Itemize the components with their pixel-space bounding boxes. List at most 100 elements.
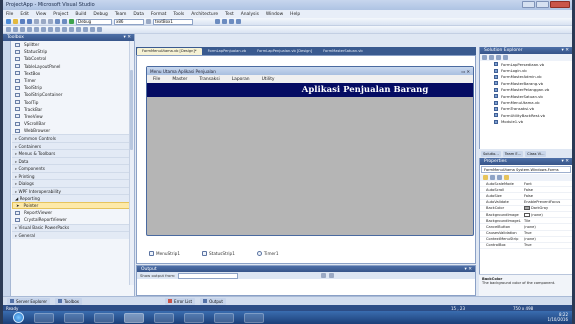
property-value[interactable]: Tile bbox=[524, 219, 570, 223]
toolbox-category[interactable]: ▹ Components bbox=[12, 164, 134, 172]
open-folder-icon[interactable] bbox=[13, 19, 18, 24]
menu-project[interactable]: Project bbox=[53, 12, 68, 17]
alphabetical-icon[interactable] bbox=[490, 175, 495, 180]
form-header-banner[interactable]: Aplikasi Penjualan Barang bbox=[147, 83, 473, 97]
tab-output[interactable]: Output bbox=[200, 297, 226, 305]
taskbar-app-2[interactable] bbox=[214, 312, 234, 323]
toolbox-item-pointer[interactable]: ➤ Pointer bbox=[12, 201, 134, 210]
taskbar-visual-studio[interactable] bbox=[124, 312, 144, 323]
property-row[interactable]: ControlBox True bbox=[480, 243, 572, 250]
pin-icon[interactable]: ▾ ✕ bbox=[465, 267, 472, 272]
tab-formlappenjualan-design[interactable]: FormLapPenjualan.vb [Design] bbox=[252, 48, 317, 55]
form-menu-utility[interactable]: Utility bbox=[262, 77, 275, 82]
align-right-icon[interactable] bbox=[20, 27, 25, 32]
toolbox-category[interactable]: ▹ Menus & Toolbars bbox=[12, 149, 134, 157]
side-tab-strip[interactable] bbox=[3, 41, 11, 296]
center-horizontal-icon[interactable] bbox=[69, 27, 74, 32]
menu-format[interactable]: Format bbox=[151, 12, 166, 17]
taskbar-word[interactable] bbox=[184, 312, 204, 323]
menu-build[interactable]: Build bbox=[75, 12, 86, 17]
solution-explorer-icon[interactable] bbox=[215, 19, 220, 24]
property-value[interactable]: True bbox=[524, 243, 570, 247]
toolbox-category[interactable]: ▹ WPF Interoperability bbox=[12, 186, 134, 195]
find-icon[interactable] bbox=[146, 19, 151, 24]
menu-file[interactable]: File bbox=[6, 12, 13, 17]
output-clear-icon[interactable] bbox=[321, 273, 327, 278]
property-value[interactable]: EnablePreventFocus bbox=[524, 200, 570, 204]
property-value[interactable]: False bbox=[524, 194, 570, 198]
toolbox-item[interactable]: StatusStrip bbox=[12, 48, 134, 55]
platform-select[interactable]: x86 bbox=[114, 18, 144, 25]
tab-solution-explorer[interactable]: Solutio... bbox=[481, 150, 501, 157]
toolbox-category[interactable]: ◢ Reporting bbox=[12, 194, 134, 202]
toolbox-item[interactable]: ToolStrip bbox=[12, 84, 134, 91]
menu-team[interactable]: Team bbox=[115, 12, 127, 17]
start-button[interactable] bbox=[13, 312, 24, 323]
menu-view[interactable]: View bbox=[36, 12, 46, 17]
paste-icon[interactable] bbox=[48, 19, 53, 24]
align-center-icon[interactable] bbox=[13, 27, 18, 32]
toolbox-item[interactable]: TreeView bbox=[12, 113, 134, 120]
menu-edit[interactable]: Edit bbox=[20, 12, 29, 17]
tab-formmastersatuan[interactable]: FormMasterSatuan.vb bbox=[318, 48, 368, 55]
toolbox-item[interactable]: TextBox bbox=[12, 70, 134, 77]
solution-item[interactable]: Module1.vb bbox=[480, 119, 572, 125]
tab-error-list[interactable]: Error List bbox=[165, 297, 196, 305]
events-icon[interactable] bbox=[504, 175, 509, 180]
maximize-button[interactable] bbox=[536, 1, 549, 8]
property-value[interactable]: DarkGray bbox=[524, 206, 570, 211]
toolbox-item[interactable]: WebBrowser bbox=[12, 127, 134, 134]
align-left-icon[interactable] bbox=[6, 27, 11, 32]
toolbox-category[interactable]: ▹ Common Controls bbox=[12, 134, 134, 142]
tab-formmenuutama-design[interactable]: FormMenuUtama.vb [Design]* bbox=[137, 47, 202, 55]
properties-icon[interactable] bbox=[222, 19, 227, 24]
tab-formlappenjualan[interactable]: FormLapPenjualan.vb bbox=[203, 48, 252, 55]
align-middle-icon[interactable] bbox=[34, 27, 39, 32]
new-project-icon[interactable] bbox=[6, 19, 11, 24]
properties-view-icon[interactable] bbox=[497, 175, 502, 180]
form-menu-master[interactable]: Master bbox=[172, 77, 187, 82]
tray-statusstrip[interactable]: StatusStrip1 bbox=[202, 250, 235, 256]
undo-icon[interactable] bbox=[55, 19, 60, 24]
tab-server-explorer[interactable]: Server Explorer bbox=[7, 297, 51, 305]
align-bottom-icon[interactable] bbox=[41, 27, 46, 32]
save-all-icon[interactable] bbox=[27, 19, 32, 24]
system-clock[interactable]: 8:22 1/10/2016 bbox=[547, 312, 568, 322]
output-wrap-icon[interactable] bbox=[329, 273, 335, 278]
menu-test[interactable]: Test bbox=[225, 12, 234, 17]
same-height-icon[interactable] bbox=[55, 27, 60, 32]
menu-data[interactable]: Data bbox=[133, 12, 143, 17]
menu-tools[interactable]: Tools bbox=[173, 12, 184, 17]
taskbar-browser[interactable] bbox=[64, 312, 84, 323]
property-value[interactable]: (none) bbox=[524, 237, 570, 241]
taskbar-explorer[interactable] bbox=[34, 312, 54, 323]
toolbox-category[interactable]: ▹ Printing bbox=[12, 171, 134, 180]
taskbar-media[interactable] bbox=[94, 312, 114, 323]
pin-icon[interactable]: ▾ ✕ bbox=[562, 159, 569, 164]
toolbox-item[interactable]: VScrollBar bbox=[12, 120, 134, 127]
object-browser-icon[interactable] bbox=[229, 19, 234, 24]
find-combo[interactable]: textBox1 bbox=[153, 18, 193, 25]
toolbox-item[interactable]: TabControl bbox=[12, 55, 134, 62]
pin-icon[interactable]: ▾ ✕ bbox=[124, 35, 131, 40]
align-top-icon[interactable] bbox=[27, 27, 32, 32]
output-source-select[interactable] bbox=[178, 272, 239, 279]
bring-front-icon[interactable] bbox=[83, 27, 88, 32]
form-menu-file[interactable]: File bbox=[153, 77, 160, 82]
save-icon[interactable] bbox=[20, 19, 25, 24]
property-value[interactable]: False bbox=[524, 188, 570, 192]
form-menu-laporan[interactable]: Laporan bbox=[232, 77, 250, 82]
close-button[interactable] bbox=[550, 1, 570, 8]
tray-menustrip[interactable]: MenuStrip1 bbox=[149, 250, 180, 256]
toolbox-icon[interactable] bbox=[236, 19, 241, 24]
toolbox-item[interactable]: TableLayoutPanel bbox=[12, 63, 134, 70]
config-select[interactable]: Debug bbox=[76, 18, 112, 25]
same-width-icon[interactable] bbox=[48, 27, 53, 32]
properties-object-select[interactable]: FormMenuUtama System.Windows.Forms bbox=[481, 166, 571, 173]
cut-icon[interactable] bbox=[34, 19, 39, 24]
menu-architecture[interactable]: Architecture bbox=[191, 12, 218, 17]
tab-toolbox[interactable]: Toolbox bbox=[55, 297, 83, 305]
spacing-icon[interactable] bbox=[62, 27, 67, 32]
tab-team-explorer[interactable]: Team E... bbox=[502, 150, 524, 157]
toolbox-item[interactable]: ToolTip bbox=[12, 99, 134, 106]
